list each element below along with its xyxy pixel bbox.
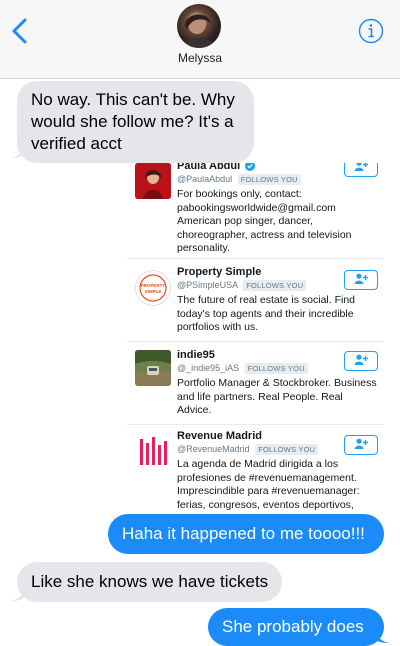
follower-row: PROPERTY SIMPLE Property Simple @PSimple… [127, 258, 384, 340]
message-bubble-outgoing[interactable]: She probably does [208, 608, 384, 646]
follower-name[interactable]: Paula Abdul [177, 163, 240, 172]
follower-avatar: PROPERTY SIMPLE [135, 270, 171, 306]
add-user-icon [354, 438, 368, 449]
followers-screenshot[interactable]: Paula Abdul @PaulaAbdul FOLLOWS YOU For … [127, 163, 384, 513]
message-bubble-outgoing[interactable]: Haha it happened to me toooo!!! [108, 514, 384, 554]
follow-button[interactable] [344, 435, 378, 455]
avatar-photo [181, 14, 217, 48]
row-divider [127, 341, 384, 342]
contact-avatar[interactable] [177, 4, 221, 48]
back-button[interactable] [8, 16, 34, 46]
follows-you-badge: FOLLOWS YOU [255, 444, 319, 455]
info-button[interactable] [358, 18, 384, 44]
follow-button[interactable] [344, 351, 378, 371]
add-user-icon [354, 354, 368, 365]
info-icon [358, 18, 384, 44]
follower-row: Revenue Madrid @RevenueMadrid FOLLOWS YO… [127, 424, 384, 513]
add-user-icon [354, 273, 368, 284]
verified-badge-icon [245, 163, 256, 172]
logo-text-1: PROPERTY [141, 283, 166, 288]
follower-handle[interactable]: @PSimpleUSA [177, 280, 238, 290]
follower-handle[interactable]: @RevenueMadrid [177, 444, 250, 454]
follower-row: Paula Abdul @PaulaAbdul FOLLOWS YOU For … [127, 163, 384, 254]
logo-text-2: SIMPLE [145, 289, 162, 294]
conversation-header: Melyssa [0, 0, 400, 79]
row-divider [127, 424, 384, 425]
bubble-tail [375, 630, 389, 643]
follower-bio: Portfolio Manager & Stockbroker. Busines… [177, 377, 377, 416]
message-bubble-incoming[interactable]: No way. This can't be. Why would she fol… [17, 81, 254, 163]
follows-you-badge: FOLLOWS YOU [237, 174, 301, 185]
follower-handle[interactable]: @PaulaAbdul [177, 174, 232, 184]
follows-you-badge: FOLLOWS YOU [243, 280, 307, 291]
follower-bio: For bookings only, contact: pabookingswo… [177, 188, 352, 254]
message-bubble-incoming[interactable]: Like she knows we have tickets [17, 562, 282, 602]
follower-avatar [135, 163, 171, 199]
follow-button[interactable] [344, 270, 378, 290]
follower-avatar [135, 350, 171, 386]
bubble-tail [11, 588, 25, 601]
follows-you-badge: FOLLOWS YOU [244, 363, 308, 374]
follow-button[interactable] [344, 163, 378, 177]
follower-handle[interactable]: @_indie95_iAS [177, 363, 239, 373]
follower-bio: The future of real estate is social. Fin… [177, 294, 356, 333]
row-divider [127, 258, 384, 259]
bubble-tail [11, 145, 25, 158]
follower-row: indie95 @_indie95_iAS FOLLOWS YOU Portfo… [127, 341, 384, 423]
follower-bio: La agenda de Madrid dirigida a los profe… [177, 458, 360, 511]
follower-avatar [135, 433, 171, 469]
contact-name[interactable]: Melyssa [0, 51, 400, 65]
add-user-icon [354, 163, 368, 171]
chevron-left-icon [12, 18, 27, 44]
